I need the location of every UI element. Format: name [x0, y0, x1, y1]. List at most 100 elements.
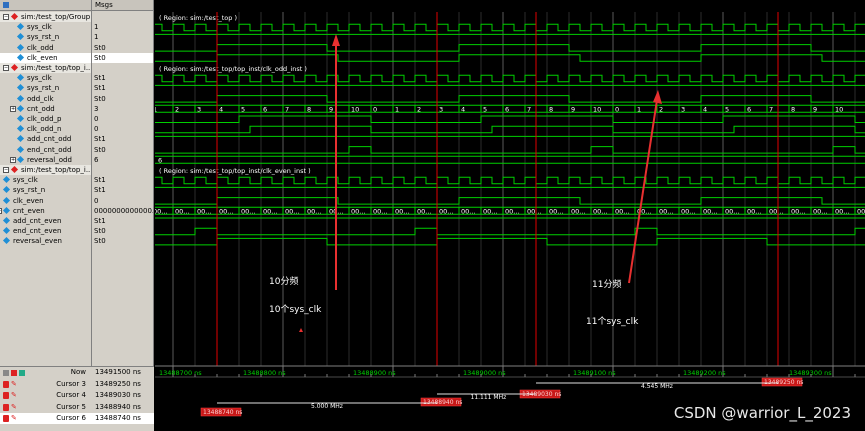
- signal-value-row: [92, 165, 153, 175]
- cursor-edit-icon[interactable]: ✎: [11, 415, 17, 422]
- signal-value-row: 0000000000000...: [92, 206, 153, 216]
- timeline-label: 13488800 ns: [243, 369, 286, 377]
- signal-row-cnt-even[interactable]: + cnt_even: [0, 206, 91, 216]
- expand-collapse-icon[interactable]: −: [3, 65, 9, 71]
- cursor-value-row: 13488740 ns: [92, 413, 154, 424]
- wave-cnt-odd-label: 5: [725, 105, 729, 113]
- waveform-canvas[interactable]: ( Region: sim:/test_top ) ( Region: sim:/…: [155, 0, 865, 431]
- lock-icon[interactable]: [3, 392, 9, 399]
- toolbar-icon[interactable]: [3, 2, 9, 8]
- expand-collapse-icon[interactable]: −: [3, 14, 9, 20]
- signal-icon: [16, 125, 25, 133]
- now-row: Now: [0, 367, 92, 378]
- cursor-value: 13488740 ns: [95, 414, 141, 422]
- wave-sys-clk: [155, 23, 865, 32]
- signal-row-cnt-odd[interactable]: + cnt_odd: [0, 104, 91, 114]
- wave-cnt-even-label: 00...: [571, 207, 585, 215]
- wave-cnt-even-label: 00...: [769, 207, 783, 215]
- expand-collapse-icon[interactable]: −: [3, 167, 9, 173]
- now-value-row: 13491500 ns: [92, 367, 154, 378]
- signal-row-end-cnt-odd[interactable]: end_cnt_odd: [0, 145, 91, 155]
- wave-cnt-even-label: 00...: [725, 207, 739, 215]
- cursor-tag-label: 13488740 ns: [203, 409, 242, 416]
- wave-cnt-odd-label: 3: [197, 105, 201, 113]
- signal-row-sim-test-top-top-i-[interactable]: − sim:/test_top/top_i...: [0, 63, 91, 73]
- now-icons[interactable]: [3, 369, 27, 376]
- signal-row-reversal-odd[interactable]: + reversal_odd: [0, 155, 91, 165]
- cursor-row[interactable]: ✎ Cursor 3: [0, 379, 92, 390]
- signal-name: sim:/test_top/Group1: [21, 13, 91, 21]
- annotation-odd-div: 10分频: [269, 277, 299, 287]
- signal-row-add-cnt-even[interactable]: add_cnt_even: [0, 216, 91, 226]
- signal-row-clk-odd-p[interactable]: clk_odd_p: [0, 114, 91, 124]
- signal-icon: [16, 74, 25, 82]
- signal-row-sys-clk[interactable]: sys_clk: [0, 73, 91, 83]
- cursor-label: Cursor 3: [56, 379, 86, 388]
- signal-row-reversal-even[interactable]: reversal_even: [0, 236, 91, 246]
- signal-value-row: 0: [92, 196, 153, 206]
- arrow-odd-head: [332, 34, 340, 46]
- wave-cnt-even-label: 00...: [197, 207, 211, 215]
- cursor-label: Cursor 5: [56, 402, 86, 411]
- signal-icon: [2, 196, 11, 204]
- wave-cnt-odd-label: 1: [637, 105, 641, 113]
- cursor-row[interactable]: ✎ Cursor 4: [0, 390, 92, 401]
- cursor-row[interactable]: ✎ Cursor 5: [0, 402, 92, 413]
- cursor-row[interactable]: ✎ Cursor 6: [0, 413, 92, 424]
- wave-cnt-odd-label: 6: [747, 105, 751, 113]
- signal-row-end-cnt-even[interactable]: end_cnt_even: [0, 226, 91, 236]
- expand-bus-icon[interactable]: +: [0, 207, 2, 214]
- lock-icon[interactable]: [3, 403, 9, 411]
- signal-row-sys-rst-n[interactable]: sys_rst_n: [0, 32, 91, 42]
- signal-value-row: St1: [92, 73, 153, 83]
- signal-name: end_cnt_even: [13, 227, 62, 236]
- now-label: Now: [70, 368, 86, 376]
- signal-name: sys_rst_n: [27, 33, 60, 42]
- signal-icon: [16, 23, 25, 31]
- expand-bus-icon[interactable]: +: [10, 156, 16, 163]
- signal-row-clk-even[interactable]: clk_even: [0, 196, 91, 206]
- signal-value-row: 0: [92, 124, 153, 134]
- signal-row-odd-clk[interactable]: odd_clk: [0, 94, 91, 104]
- wave-cnt-even-label: 00...: [175, 207, 189, 215]
- signal-row-clk-odd[interactable]: clk_odd: [0, 43, 91, 53]
- signal-row-sys-rst-n[interactable]: sys_rst_n: [0, 185, 91, 195]
- signal-value-row: St1: [92, 134, 153, 144]
- signal-value-row: 6: [92, 155, 153, 165]
- expand-bus-icon[interactable]: +: [10, 105, 16, 112]
- wave-cnt-odd-label: 9: [329, 105, 333, 113]
- signal-value: 1: [94, 23, 99, 32]
- signal-name: reversal_odd: [27, 155, 72, 164]
- cursor-edit-icon[interactable]: ✎: [11, 403, 17, 411]
- signal-value: St1: [94, 186, 106, 195]
- signal-row-clk-odd-n[interactable]: clk_odd_n: [0, 124, 91, 134]
- lock-icon[interactable]: [3, 415, 9, 422]
- signal-row-sys-clk[interactable]: sys_clk: [0, 22, 91, 32]
- wave-cnt-even-label: 00...: [483, 207, 497, 215]
- wave-cnt-even-label: 00...: [835, 207, 849, 215]
- signal-name: clk_odd_p: [27, 115, 62, 123]
- signal-icon: [16, 114, 25, 123]
- signal-row-sys-clk[interactable]: sys_clk: [0, 175, 91, 185]
- signal-value: 3: [94, 104, 99, 113]
- signal-row-sim-test-top-top-i-[interactable]: − sim:/test_top/top_i...: [0, 165, 91, 175]
- wave-cnt-odd-label: 4: [703, 105, 707, 113]
- cursor-name-pane: Now ✎ Cursor 3 ✎ Cursor 4 ✎ Cursor 5 ✎ Cursor 6: [0, 366, 92, 431]
- waveform-pane[interactable]: ( Region: sim:/test_top ) ( Region: sim:/…: [155, 0, 865, 431]
- cursor-edit-icon[interactable]: ✎: [11, 380, 17, 388]
- signal-value-row: 3: [92, 104, 153, 114]
- signal-row-sim-test-top-group1[interactable]: − sim:/test_top/Group1: [0, 12, 91, 22]
- region-label: ( Region: sim:/test_top/top_inst/clk_odd…: [159, 65, 307, 73]
- msgs-label: Msgs: [95, 1, 113, 9]
- group-icon: [10, 63, 19, 72]
- signal-row-sys-rst-n[interactable]: sys_rst_n: [0, 83, 91, 93]
- wave-cnt-odd-label: 10: [351, 105, 359, 113]
- wave-cnt-odd-label: 3: [439, 105, 443, 113]
- watermark: CSDN @warrior_L_2023: [673, 404, 851, 422]
- arrow-even-head: [653, 90, 662, 104]
- timeline-label: 13488900 ns: [353, 369, 396, 377]
- cursor-edit-icon[interactable]: ✎: [11, 392, 17, 399]
- lock-icon[interactable]: [3, 380, 9, 388]
- signal-row-add-cnt-odd[interactable]: add_cnt_odd: [0, 134, 91, 144]
- signal-row-clk-even[interactable]: clk_even: [0, 52, 91, 63]
